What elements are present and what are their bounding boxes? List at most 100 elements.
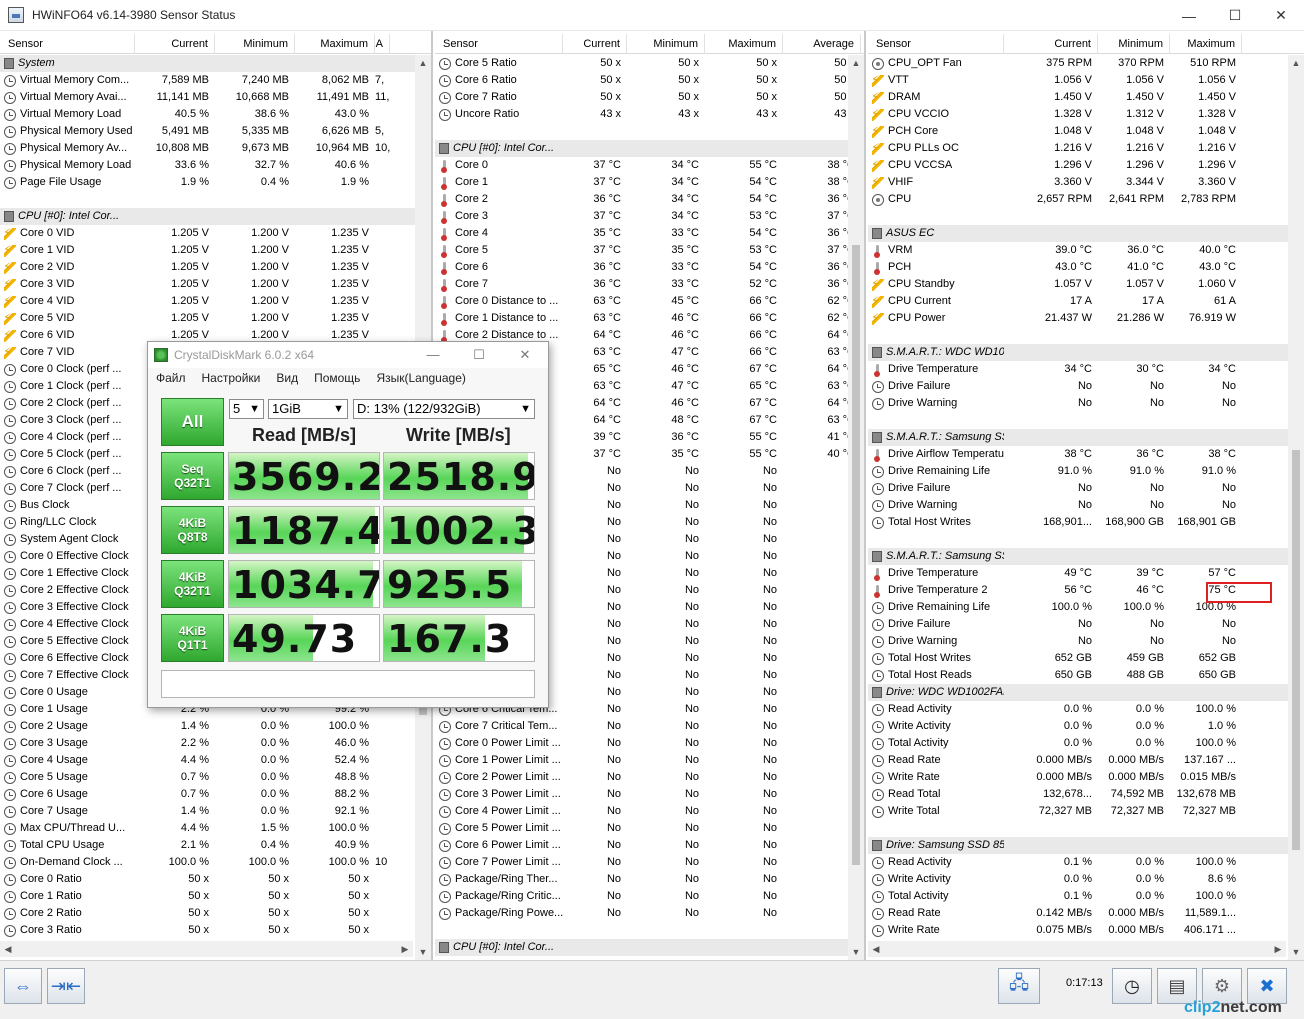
sensor-row[interactable]: VHIF 3.360 V 3.344 V 3.360 V (868, 174, 1304, 191)
sensor-row[interactable]: Drive Temperature 34 °C 30 °C 34 °C (868, 361, 1304, 378)
column-header-current[interactable]: Current (563, 34, 627, 54)
sensor-row[interactable]: Drive Temperature 49 °C 39 °C 57 °C (868, 565, 1304, 582)
test-button-3[interactable]: 4KiB Q1T1 (161, 614, 224, 662)
sensor-row[interactable]: Read Total 132,678... 74,592 MB 132,678 MB (868, 786, 1304, 803)
sensor-row[interactable]: Read Rate 0.142 MB/s 0.000 MB/s 11,589.1... (868, 905, 1304, 922)
sensor-row[interactable]: CPU Standby 1.057 V 1.057 V 1.060 V (868, 276, 1304, 293)
test-count-select[interactable]: 5 ▼ (229, 399, 264, 419)
sensor-row[interactable]: Physical Memory Load 33.6 % 32.7 % 40.6 % (0, 157, 431, 174)
column-header-maximum[interactable]: Maximum (1170, 34, 1242, 54)
scroll-right-icon[interactable]: ▶ (1270, 941, 1286, 957)
sensor-row[interactable]: Core 4 Usage 4.4 % 0.0 % 52.4 % (0, 752, 431, 769)
scroll-up-icon[interactable]: ▲ (415, 55, 431, 71)
sensor-row[interactable]: VRM 39.0 °C 36.0 °C 40.0 °C (868, 242, 1304, 259)
sensor-group-header[interactable]: Drive: Samsung SSD 850 EVO 1T... (868, 837, 1304, 854)
scrollbar-thumb[interactable] (1292, 450, 1300, 850)
sensor-row[interactable]: Drive Warning No No No (868, 633, 1304, 650)
sensor-row[interactable]: Core 2 Usage 1.4 % 0.0 % 100.0 % (0, 718, 431, 735)
sensor-row[interactable]: Physical Memory Av... 10,808 MB 9,673 MB 10… (0, 140, 431, 157)
sensor-row[interactable]: Core 7 36 °C 33 °C 52 °C 36 °C (435, 276, 864, 293)
sensor-row[interactable]: Core 0 37 °C 34 °C 55 °C 38 °C (435, 157, 864, 174)
sensor-row[interactable]: PCH 43.0 °C 41.0 °C 43.0 °C (868, 259, 1304, 276)
column-header-maximum[interactable]: Maximum (705, 34, 783, 54)
sensor-row[interactable]: Core 4 VID 1.205 V 1.200 V 1.235 V (0, 293, 431, 310)
network-button[interactable]: 🖧 (998, 968, 1040, 1004)
sensor-row[interactable]: Core 5 VID 1.205 V 1.200 V 1.235 V (0, 310, 431, 327)
sensor-row[interactable]: Core 6 Usage 0.7 % 0.0 % 88.2 % (0, 786, 431, 803)
sensor-group-header[interactable]: System (0, 55, 431, 72)
sensor-group-header[interactable]: S.M.A.R.T.: Samsung SSD 850 E... (868, 429, 1304, 446)
close-button[interactable]: ✕ (1258, 0, 1304, 31)
sensor-row[interactable]: Read Activity 0.0 % 0.0 % 100.0 % (868, 701, 1304, 718)
sensor-row[interactable]: Total Host Reads 650 GB 488 GB 650 GB (868, 667, 1304, 684)
column-header-sensor[interactable]: Sensor (0, 34, 135, 54)
scroll-up-icon[interactable]: ▲ (848, 55, 864, 71)
timer-button[interactable]: ◷ (1112, 968, 1152, 1004)
sensor-row[interactable]: Package/Ring Powe... No No No (435, 905, 864, 922)
sensor-row[interactable]: CPU Current 17 A 17 A 61 A (868, 293, 1304, 310)
column-header-current[interactable]: Current (135, 34, 215, 54)
test-size-select[interactable]: 1GiB ▼ (268, 399, 348, 419)
scroll-down-icon[interactable]: ▼ (1288, 944, 1304, 960)
sensor-row[interactable]: CPU VCCSA 1.296 V 1.296 V 1.296 V (868, 157, 1304, 174)
sensor-row[interactable]: Virtual Memory Load 40.5 % 38.6 % 43.0 % (0, 106, 431, 123)
sensor-row[interactable]: PCH Core 1.048 V 1.048 V 1.048 V (868, 123, 1304, 140)
sensor-row[interactable]: Drive Warning No No No (868, 497, 1304, 514)
sensor-row[interactable]: Core 5 Power Limit ... No No No (435, 820, 864, 837)
column-header-average[interactable]: Average (783, 34, 861, 54)
menu-view[interactable]: Вид (268, 368, 306, 388)
sensor-row[interactable]: Core 0 Distance to ... 63 °C 45 °C 66 °C 62 … (435, 293, 864, 310)
sensor-row[interactable]: Total Activity 0.1 % 0.0 % 100.0 % (868, 888, 1304, 905)
column-header-minimum[interactable]: Minimum (1098, 34, 1170, 54)
sensor-row[interactable]: Core 2 VID 1.205 V 1.200 V 1.235 V (0, 259, 431, 276)
sensor-row[interactable]: Core 3 Usage 2.2 % 0.0 % 46.0 % (0, 735, 431, 752)
test-button-0[interactable]: Seq Q32T1 (161, 452, 224, 500)
drive-select[interactable]: D: 13% (122/932GiB) ▼ (353, 399, 535, 419)
sensor-row[interactable]: Physical Memory Used 5,491 MB 5,335 MB 6,62… (0, 123, 431, 140)
sensor-group-header[interactable]: Drive: WDC WD1002FAEX-00Y9... (868, 684, 1304, 701)
sensor-row[interactable]: Core 5 Ratio 50 x 50 x 50 x 50 x (435, 55, 864, 72)
sensor-row[interactable]: Core 1 Distance to ... 63 °C 46 °C 66 °C 62 … (435, 310, 864, 327)
vertical-scrollbar[interactable]: ▲ ▼ (1288, 55, 1304, 960)
sensor-row[interactable]: Package/Ring Critic... No No No (435, 888, 864, 905)
sensor-row[interactable]: Write Total 72,327 MB 72,327 MB 72,327 MB (868, 803, 1304, 820)
sensor-row[interactable]: Core 2 Ratio 50 x 50 x 50 x (0, 905, 431, 922)
sensor-row[interactable]: Core 1 VID 1.205 V 1.200 V 1.235 V (0, 242, 431, 259)
sensor-row[interactable]: Page File Usage 1.9 % 0.4 % 1.9 % (0, 174, 431, 191)
menu-settings[interactable]: Настройки (194, 368, 269, 388)
sensor-row[interactable]: DRAM 1.450 V 1.450 V 1.450 V (868, 89, 1304, 106)
cdm-close-button[interactable]: ✕ (502, 342, 548, 368)
sensor-row[interactable]: Core 0 VID 1.205 V 1.200 V 1.235 V (0, 225, 431, 242)
crystaldiskmark-window[interactable]: CrystalDiskMark 6.0.2 x64 — ☐ ✕ Файл Нас… (147, 341, 549, 708)
sensor-row[interactable]: Write Activity 0.0 % 0.0 % 1.0 % (868, 718, 1304, 735)
sensor-row[interactable]: Core 7 Critical Tem... No No No (435, 718, 864, 735)
sensor-row[interactable]: Total CPU Usage 2.1 % 0.4 % 40.9 % (0, 837, 431, 854)
sensor-row[interactable]: Core 6 Power Limit ... No No No (435, 837, 864, 854)
sensor-row[interactable]: Drive Failure No No No (868, 480, 1304, 497)
sensor-row[interactable]: Core 1 Power Limit ... No No No (435, 752, 864, 769)
sensor-row[interactable]: Core 1 37 °C 34 °C 54 °C 38 °C (435, 174, 864, 191)
sensor-row[interactable]: Virtual Memory Com... 7,589 MB 7,240 MB 8,0… (0, 72, 431, 89)
sensor-group-header[interactable]: CPU [#0]: Intel Cor... (435, 140, 864, 157)
sensor-row[interactable]: Core 3 37 °C 34 °C 53 °C 37 °C (435, 208, 864, 225)
sensor-row[interactable]: CPU 2,657 RPM 2,641 RPM 2,783 RPM (868, 191, 1304, 208)
minimize-button[interactable]: — (1166, 0, 1212, 31)
menu-language[interactable]: Язык(Language) (368, 368, 473, 388)
sensor-row[interactable]: VTT 1.056 V 1.056 V 1.056 V (868, 72, 1304, 89)
sensor-row[interactable]: Core 5 37 °C 35 °C 53 °C 37 °C (435, 242, 864, 259)
sensor-row[interactable]: Core 7 Usage 1.4 % 0.0 % 92.1 % (0, 803, 431, 820)
cdm-maximize-button[interactable]: ☐ (456, 342, 502, 368)
maximize-button[interactable]: ☐ (1212, 0, 1258, 31)
sensor-row[interactable]: Drive Warning No No No (868, 395, 1304, 412)
sensor-row[interactable]: Write Rate 0.000 MB/s 0.000 MB/s 0.015 MB/s (868, 769, 1304, 786)
horizontal-scrollbar[interactable]: ◀ ▶ (0, 941, 413, 957)
column-header-sensor[interactable]: Sensor (435, 34, 563, 54)
scroll-left-icon[interactable]: ◀ (0, 941, 16, 957)
sensor-row[interactable]: Write Activity 0.0 % 0.0 % 8.6 % (868, 871, 1304, 888)
scroll-down-icon[interactable]: ▼ (848, 944, 864, 960)
sensor-row[interactable]: CPU Power 21.437 W 21.286 W 76.919 W (868, 310, 1304, 327)
menu-file[interactable]: Файл (148, 368, 194, 388)
sensor-row[interactable]: Total Host Writes 652 GB 459 GB 652 GB (868, 650, 1304, 667)
sensor-row[interactable]: Read Rate 0.000 MB/s 0.000 MB/s 137.167 ... (868, 752, 1304, 769)
sensor-row[interactable]: Core 6 36 °C 33 °C 54 °C 36 °C (435, 259, 864, 276)
